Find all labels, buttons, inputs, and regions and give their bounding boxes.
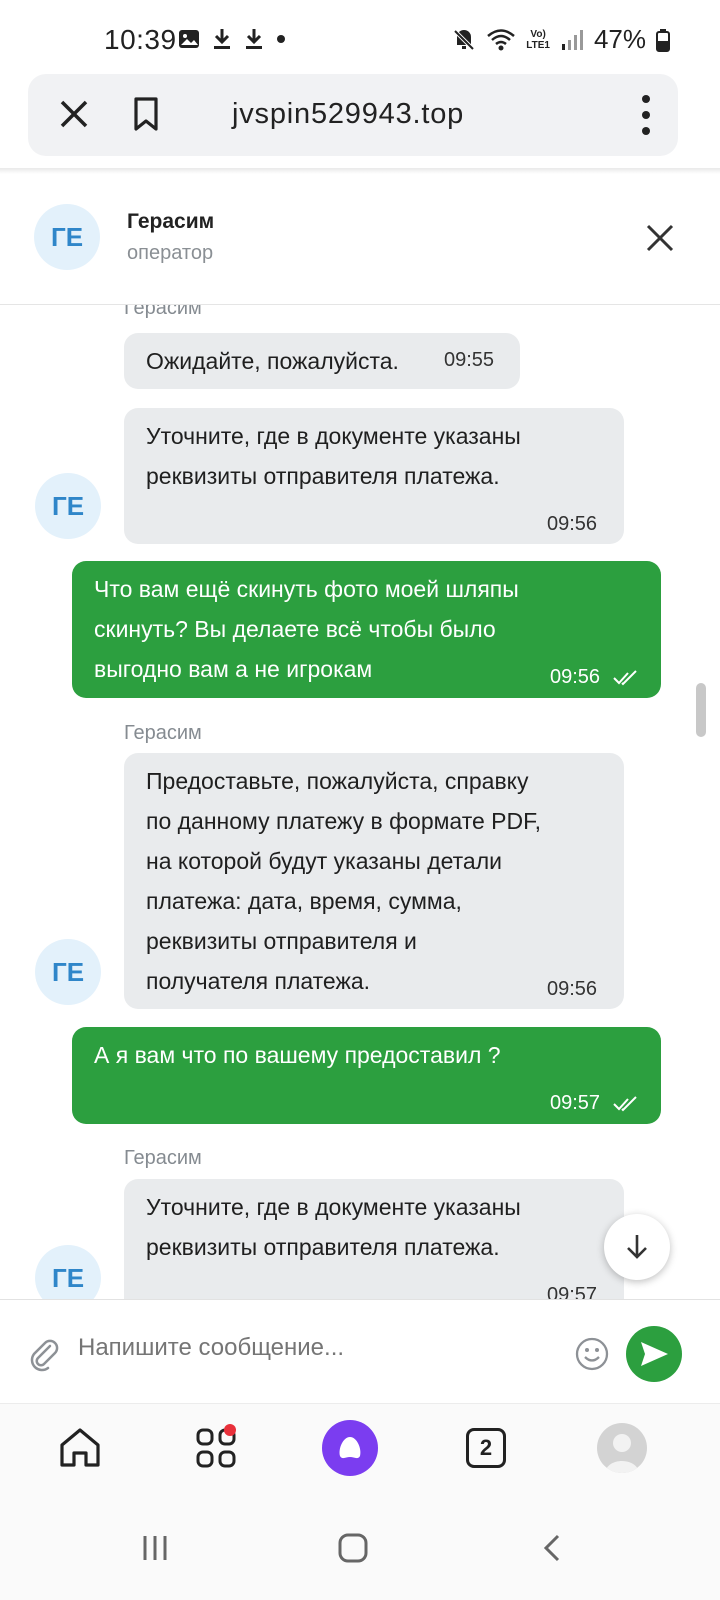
message-time: 09:56 xyxy=(550,666,601,688)
message-time: 09:57 xyxy=(550,1092,601,1114)
attach-icon[interactable] xyxy=(26,1336,62,1372)
emoji-icon[interactable] xyxy=(574,1336,610,1372)
image-icon xyxy=(178,28,200,50)
status-time: 10:39 xyxy=(104,24,177,55)
browser-bottom-bar: 2 xyxy=(0,1403,720,1494)
alice-assistant-button[interactable] xyxy=(320,1418,380,1478)
wifi-icon xyxy=(486,28,516,52)
close-icon[interactable] xyxy=(54,94,94,134)
message-time: 09:55 xyxy=(444,349,495,371)
chat-messages[interactable]: Герасим Ожидайте, пожалуйста. 09:55 Уточ… xyxy=(0,305,720,1299)
download-icon xyxy=(244,28,264,50)
system-icons: Vo) LTE1 47% xyxy=(452,24,670,55)
arrow-down-icon xyxy=(627,1235,647,1259)
message-composer xyxy=(0,1299,720,1404)
url-text[interactable]: jvspin529943.top xyxy=(232,98,464,131)
message-time: 09:56 xyxy=(547,978,598,1000)
services-grid-icon[interactable] xyxy=(186,1418,246,1478)
more-menu-icon[interactable] xyxy=(636,92,656,138)
message-input[interactable] xyxy=(78,1334,548,1362)
message-text: Что вам ещё скинуть фото моей шляпы скин… xyxy=(94,576,519,682)
message-text: А я вам что по вашему предоставил ? xyxy=(94,1042,501,1068)
my-message: А я вам что по вашему предоставил ? 09:5… xyxy=(72,1027,661,1124)
scroll-to-bottom-button[interactable] xyxy=(604,1214,670,1280)
message-text: Уточните, где в документе указаны реквиз… xyxy=(146,423,521,489)
operator-avatar: ГЕ xyxy=(35,939,101,1005)
chat-header: ГЕ Герасим оператор xyxy=(0,174,720,305)
signal-icon xyxy=(560,28,584,52)
send-button[interactable] xyxy=(626,1326,682,1382)
operator-message: Ожидайте, пожалуйста. 09:55 xyxy=(124,333,520,389)
operator-message: Уточните, где в документе указаны реквиз… xyxy=(124,1179,624,1299)
message-time: 09:56 xyxy=(547,513,598,535)
sender-label: Герасим xyxy=(124,1147,202,1169)
message-text: Предоставьте, пожалуйста, справку по дан… xyxy=(146,768,542,994)
notification-dot xyxy=(224,1424,236,1436)
status-bar: 10:39 Vo) LTE1 47% xyxy=(0,0,720,80)
operator-role: оператор xyxy=(127,242,214,264)
message-time: 09:57 xyxy=(547,1284,598,1299)
operator-avatar: ГЕ xyxy=(34,204,100,270)
profile-button[interactable] xyxy=(592,1418,652,1478)
battery-percent: 47% xyxy=(593,24,646,54)
chat-scrollbar[interactable] xyxy=(696,683,706,737)
profile-avatar xyxy=(597,1423,647,1473)
operator-message: Предоставьте, пожалуйста, справку по дан… xyxy=(124,753,624,1009)
home-nav-icon[interactable] xyxy=(328,1523,378,1573)
home-icon[interactable] xyxy=(50,1418,110,1478)
double-check-icon xyxy=(612,1085,640,1125)
download-icon xyxy=(212,28,232,50)
recent-apps-icon[interactable] xyxy=(130,1523,180,1573)
operator-avatar: ГЕ xyxy=(35,473,101,539)
operator-message: Уточните, где в документе указаны реквиз… xyxy=(124,408,624,544)
battery-icon xyxy=(656,28,670,52)
message-text: Уточните, где в документе указаны реквиз… xyxy=(146,1194,521,1260)
tabs-count: 2 xyxy=(466,1428,506,1468)
dot-icon xyxy=(276,34,286,44)
message-text: Ожидайте, пожалуйста. xyxy=(146,348,399,374)
tabs-button[interactable]: 2 xyxy=(456,1418,516,1478)
send-icon xyxy=(641,1342,668,1366)
sender-label: Герасим xyxy=(124,305,202,319)
my-message: Что вам ещё скинуть фото моей шляпы скин… xyxy=(72,561,661,698)
volte-icon: Vo) LTE1 xyxy=(526,28,550,51)
operator-name: Герасим xyxy=(127,210,215,233)
system-navigation-bar xyxy=(0,1493,720,1600)
browser-address-bar: jvspin529943.top xyxy=(28,74,678,156)
notification-icons xyxy=(178,28,286,50)
alice-icon xyxy=(322,1420,378,1476)
bookmark-icon[interactable] xyxy=(126,94,166,134)
close-chat-icon[interactable] xyxy=(640,218,680,258)
back-icon[interactable] xyxy=(528,1523,578,1573)
double-check-icon xyxy=(612,659,640,699)
mute-icon xyxy=(452,28,476,52)
operator-avatar: ГЕ xyxy=(35,1245,101,1299)
sender-label: Герасим xyxy=(124,722,202,744)
